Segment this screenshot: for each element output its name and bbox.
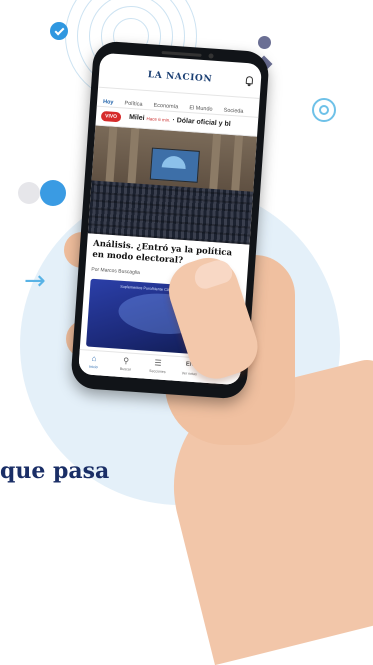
- blue-dot-decoration: [40, 180, 66, 206]
- la-nacion-logo[interactable]: LA NACION: [99, 67, 261, 88]
- target-circle-icon: [312, 98, 336, 122]
- phone-speaker: [161, 51, 202, 57]
- hero-tagline: que pasa: [0, 458, 110, 484]
- nav-label: Inicio: [89, 364, 98, 370]
- nav-label: Buscar: [119, 366, 132, 372]
- live-badge: VIVO: [100, 110, 122, 123]
- check-circle-icon: [50, 22, 68, 40]
- article-byline: Por Marcos Buscaglia: [91, 266, 141, 277]
- ticker-item-dolar[interactable]: Dólar oficial y bl: [176, 117, 230, 128]
- vote-chart-image: [161, 155, 187, 169]
- navy-dot-decoration: [258, 36, 271, 49]
- congress-seats: [87, 180, 254, 245]
- ticker-item-time: Hace 6 min.: [146, 116, 171, 123]
- home-icon: ⌂: [91, 353, 97, 364]
- ticker-separator: ·: [172, 116, 176, 125]
- menu-icon: ☰: [154, 358, 162, 368]
- phone-camera: [208, 53, 214, 59]
- article-hero-image[interactable]: [87, 125, 258, 245]
- ticker-item-milei[interactable]: Milei: [129, 114, 145, 122]
- bell-icon[interactable]: [245, 75, 254, 85]
- congress-screen: [149, 147, 200, 183]
- nav-item-inicio[interactable]: ⌂ Inicio: [78, 353, 109, 370]
- search-icon: ⚲: [122, 356, 130, 366]
- arrow-right-icon: →: [24, 266, 46, 296]
- nav-item-buscar[interactable]: ⚲ Buscar: [110, 355, 141, 372]
- nav-item-secciones[interactable]: ☰ Secciones: [142, 357, 173, 374]
- grey-dot-decoration: [18, 182, 40, 204]
- nav-label: Secciones: [148, 368, 166, 375]
